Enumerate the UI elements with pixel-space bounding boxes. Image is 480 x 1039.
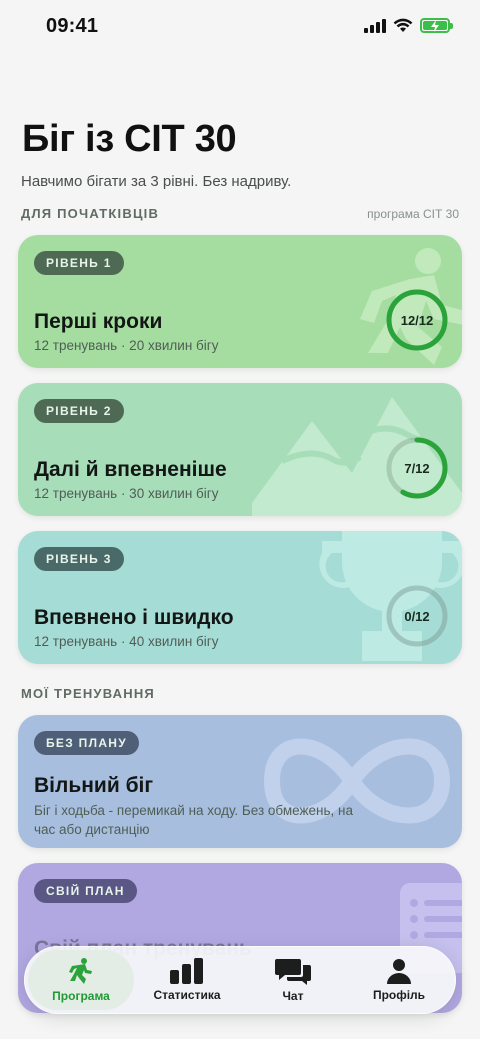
tab-label: Профіль: [372, 988, 426, 1002]
tab-program[interactable]: Програма: [28, 950, 134, 1010]
level-1-card[interactable]: РІВЕНЬ 1 Перші кроки 12 тренувань · 20 х…: [18, 235, 462, 368]
free-run-title: Вільний біг: [34, 774, 154, 797]
progress-label: 0/12: [404, 608, 430, 624]
page-title: Біг із СІТ 30: [22, 118, 237, 160]
level-badge: РІВЕНЬ 2: [34, 399, 124, 423]
progress-label: 7/12: [404, 460, 430, 476]
status-time: 09:41: [46, 15, 99, 37]
level-2-card[interactable]: РІВЕНЬ 2 Далі й впевненіше 12 тренувань …: [18, 383, 462, 516]
level-title: Впевнено і швидко: [34, 606, 234, 629]
tab-bar: Програма Статистика Чат Профіль: [24, 946, 456, 1014]
level-subtitle: 12 тренувань · 40 хвилин бігу: [34, 634, 219, 649]
section-header-my-workouts: МОЇ ТРЕНУВАННЯ: [21, 686, 155, 701]
running-icon: [69, 958, 92, 984]
level-title: Перші кроки: [34, 310, 163, 333]
chat-icon: [275, 959, 311, 985]
level-badge: РІВЕНЬ 3: [34, 547, 124, 571]
wifi-icon: [393, 18, 413, 32]
battery-icon: [420, 18, 453, 33]
program-label: програма СІТ 30: [367, 207, 459, 221]
progress-ring: 0/12: [384, 583, 450, 649]
level-subtitle: 12 тренувань · 30 хвилин бігу: [34, 486, 219, 501]
progress-ring: 7/12: [384, 435, 450, 501]
tab-statistics[interactable]: Статистика: [134, 950, 240, 1010]
person-icon: [387, 959, 411, 984]
bar-chart-icon: [170, 958, 203, 984]
tab-profile[interactable]: Профіль: [346, 950, 452, 1010]
free-run-subtitle: Біг і ходьба - перемикай на ходу. Без об…: [34, 803, 353, 837]
progress-label: 12/12: [400, 312, 434, 328]
free-run-card[interactable]: БЕЗ ПЛАНУ Вільний біг Біг і ходьба - пер…: [18, 715, 462, 848]
status-icons: [364, 18, 453, 33]
status-bar: 09:41: [0, 0, 480, 54]
free-run-badge: БЕЗ ПЛАНУ: [34, 731, 140, 755]
tab-label: Статистика: [153, 988, 221, 1002]
progress-ring: 12/12: [384, 287, 450, 353]
tab-label: Програма: [52, 989, 110, 1003]
level-badge: РІВЕНЬ 1: [34, 251, 124, 275]
level-subtitle: 12 тренувань · 20 хвилин бігу: [34, 338, 219, 353]
own-plan-badge: СВІЙ ПЛАН: [34, 879, 137, 903]
page-subtitle: Навчимо бігати за 3 рівні. Без надриву.: [21, 173, 292, 190]
tab-chat[interactable]: Чат: [240, 950, 346, 1010]
tab-label: Чат: [282, 989, 304, 1003]
cellular-signal-icon: [364, 18, 386, 33]
level-title: Далі й впевненіше: [34, 458, 227, 481]
section-header-beginners: ДЛЯ ПОЧАТКІВЦІВ: [21, 206, 160, 221]
level-3-card[interactable]: РІВЕНЬ 3 Впевнено і швидко 12 тренувань …: [18, 531, 462, 664]
